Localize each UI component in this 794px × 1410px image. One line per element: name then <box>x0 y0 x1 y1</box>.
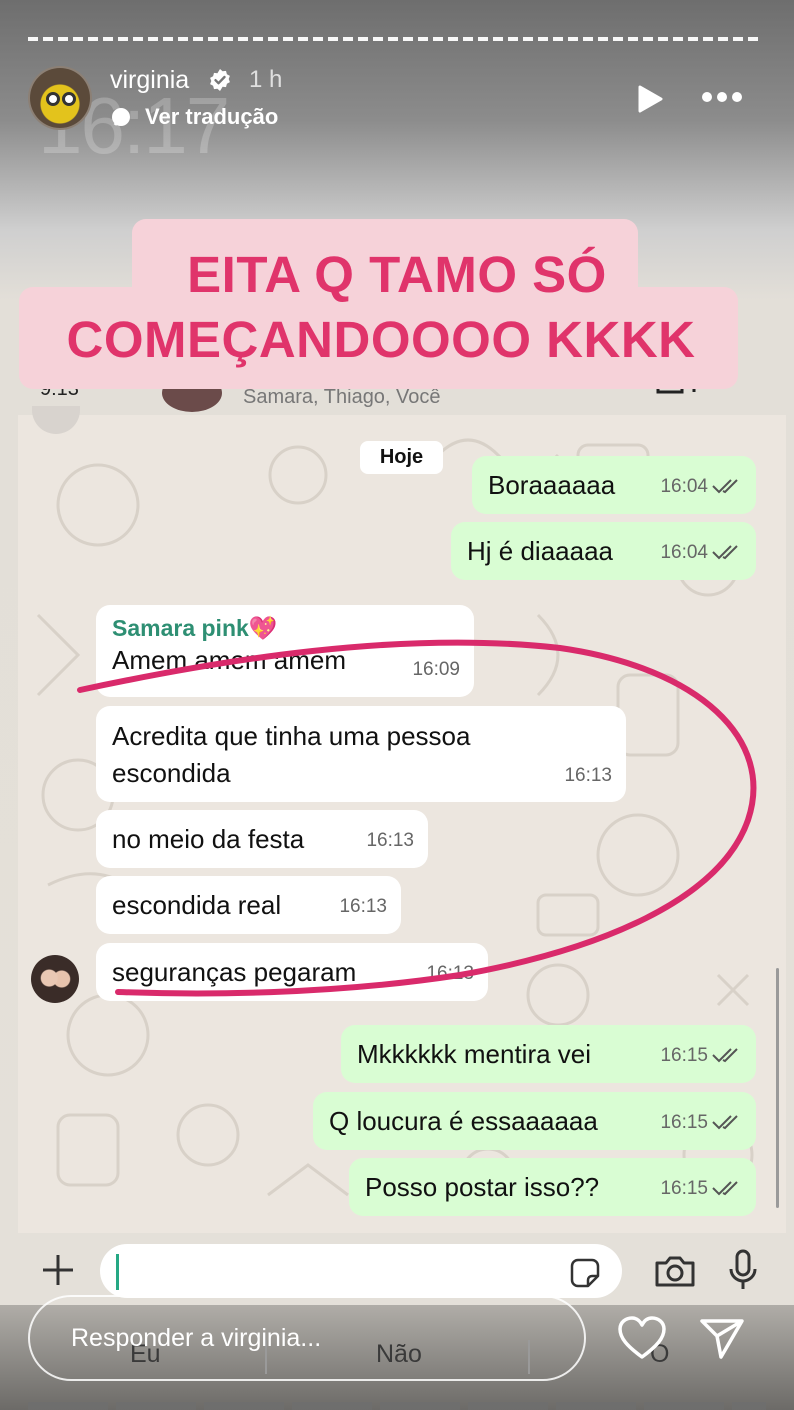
story-time-ago: 1 h <box>249 66 283 93</box>
message-time: 16:13 <box>339 896 387 917</box>
camera-icon <box>655 1256 695 1287</box>
message-time: 16:13 <box>426 963 474 984</box>
message-text: seguranças pegaram <box>112 957 357 987</box>
avatar-goggle <box>62 92 76 106</box>
reply-placeholder[interactable]: Responder a virginia... <box>71 1324 321 1353</box>
message-time: 16:13 <box>564 765 612 786</box>
message-bubble-outgoing: Posso postar isso?? 16:15 <box>349 1158 756 1216</box>
message-bubble-incoming: no meio da festa 16:13 <box>96 810 428 868</box>
message-bubble-outgoing: Mkkkkkk mentira vei 16:15 <box>341 1025 756 1083</box>
heart-icon[interactable] <box>617 1316 667 1360</box>
message-bubble-outgoing: Boraaaaaa 16:04 <box>472 456 756 514</box>
read-ticks-icon <box>712 479 738 494</box>
story-caption-line: EITA Q TAMO SÓ <box>187 246 607 303</box>
message-time: 16:09 <box>412 659 460 680</box>
more-options-icon[interactable] <box>700 90 744 104</box>
plus-icon <box>43 1255 73 1285</box>
sticker-icon <box>570 1258 600 1288</box>
message-time: 16:04 <box>660 476 708 497</box>
read-ticks-icon <box>712 1115 738 1130</box>
message-time: 16:13 <box>366 830 414 851</box>
profile-avatar[interactable] <box>28 66 92 130</box>
message-bubble-incoming: escondida real 16:13 <box>96 876 401 934</box>
message-bubble-incoming: Acredita que tinha uma pessoa escondida … <box>96 706 626 802</box>
sender-avatar <box>31 955 79 1003</box>
message-meta: 16:04 <box>660 534 742 572</box>
chat-members: Samara, Thiago, Você <box>243 386 441 408</box>
date-chip: Hoje <box>360 441 443 474</box>
message-bubble-incoming: Samara pink💖 Amem amem amem 16:09 <box>96 605 474 697</box>
message-meta: 16:15 <box>660 1104 742 1142</box>
avatar-goggle <box>46 92 60 106</box>
send-icon[interactable] <box>699 1316 745 1360</box>
read-ticks-icon <box>712 1048 738 1063</box>
message-time: 16:15 <box>660 1045 708 1066</box>
message-bubble-outgoing: Q loucura é essaaaaaa 16:15 <box>313 1092 756 1150</box>
message-time: 16:15 <box>660 1178 708 1199</box>
play-icon[interactable] <box>636 84 664 114</box>
chat-message-input <box>100 1244 622 1298</box>
sender-name: Samara pink💖 <box>112 615 278 641</box>
message-text: Amem amem amem <box>112 645 347 675</box>
message-bubble-incoming: seguranças pegaram 16:13 <box>96 943 488 1001</box>
username[interactable]: virginia <box>110 66 189 95</box>
verified-badge-icon <box>210 69 230 91</box>
read-ticks-icon <box>712 1181 738 1196</box>
translate-icon <box>112 108 130 126</box>
microphone-icon <box>729 1249 757 1289</box>
message-text: Acredita que tinha uma pessoa escondida <box>112 721 471 788</box>
text-cursor <box>116 1254 119 1290</box>
keyboard-edge <box>28 1402 766 1410</box>
story-caption-line: COMEÇANDOOOO KKKK <box>66 311 696 368</box>
message-time: 16:15 <box>660 1112 708 1133</box>
message-time: 16:04 <box>660 542 708 563</box>
message-meta: 16:15 <box>660 1037 742 1075</box>
message-meta: 16:04 <box>660 468 742 506</box>
read-ticks-icon <box>712 545 738 560</box>
message-meta: 16:15 <box>660 1170 742 1208</box>
chat-scrollbar <box>776 968 779 1208</box>
message-bubble-outgoing: Hj é diaaaaa 16:04 <box>451 522 756 580</box>
see-translation-link[interactable]: Ver tradução <box>145 104 278 130</box>
story-viewer: 16:17 virginia 1 h Ver tradução 9:13 Sam… <box>0 0 794 1410</box>
story-progress-bar <box>28 37 762 41</box>
